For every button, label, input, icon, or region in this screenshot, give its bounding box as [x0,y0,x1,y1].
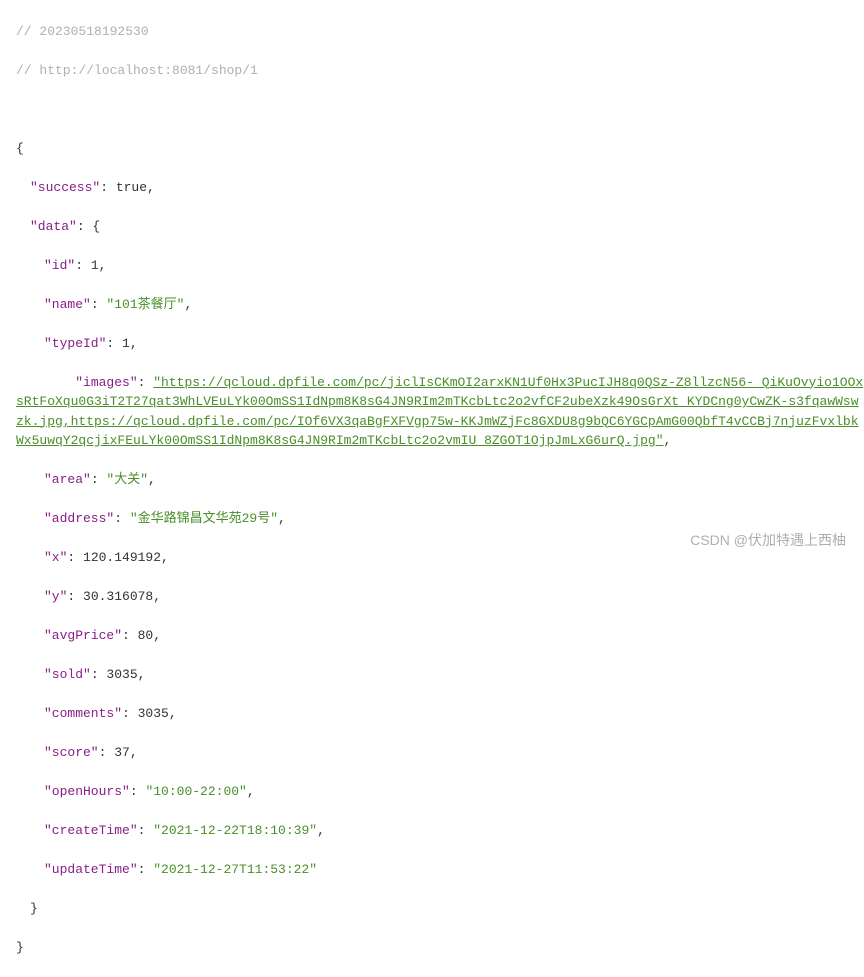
comment-timestamp: // 20230518192530 [16,22,864,42]
brace-close-root: } [16,938,864,958]
comment-url: // http://localhost:8081/shop/1 [16,61,864,81]
field-createTime: "createTime": "2021-12-22T18:10:39", [16,821,864,841]
field-success: "success": true, [16,178,864,198]
field-updateTime: "updateTime": "2021-12-27T11:53:22" [16,860,864,880]
field-typeId: "typeId": 1, [16,334,864,354]
field-data: "data": { [16,217,864,237]
brace-close-data: } [16,899,864,919]
field-score: "score": 37, [16,743,864,763]
field-x: "x": 120.149192, [16,548,864,568]
field-sold: "sold": 3035, [16,665,864,685]
field-y: "y": 30.316078, [16,587,864,607]
field-avgPrice: "avgPrice": 80, [16,626,864,646]
brace-open-root: { [16,139,864,159]
field-name: "name": "101茶餐厅", [16,295,864,315]
field-openHours: "openHours": "10:00-22:00", [16,782,864,802]
json-response-block: // 20230518192530 // http://localhost:80… [0,0,864,977]
field-comments: "comments": 3035, [16,704,864,724]
blank-line [16,100,864,120]
field-area: "area": "大关", [16,470,864,490]
field-id: "id": 1, [16,256,864,276]
field-images: "images": "https://qcloud.dpfile.com/pc/… [16,373,864,451]
field-address: "address": "金华路锦昌文华苑29号", [16,509,864,529]
